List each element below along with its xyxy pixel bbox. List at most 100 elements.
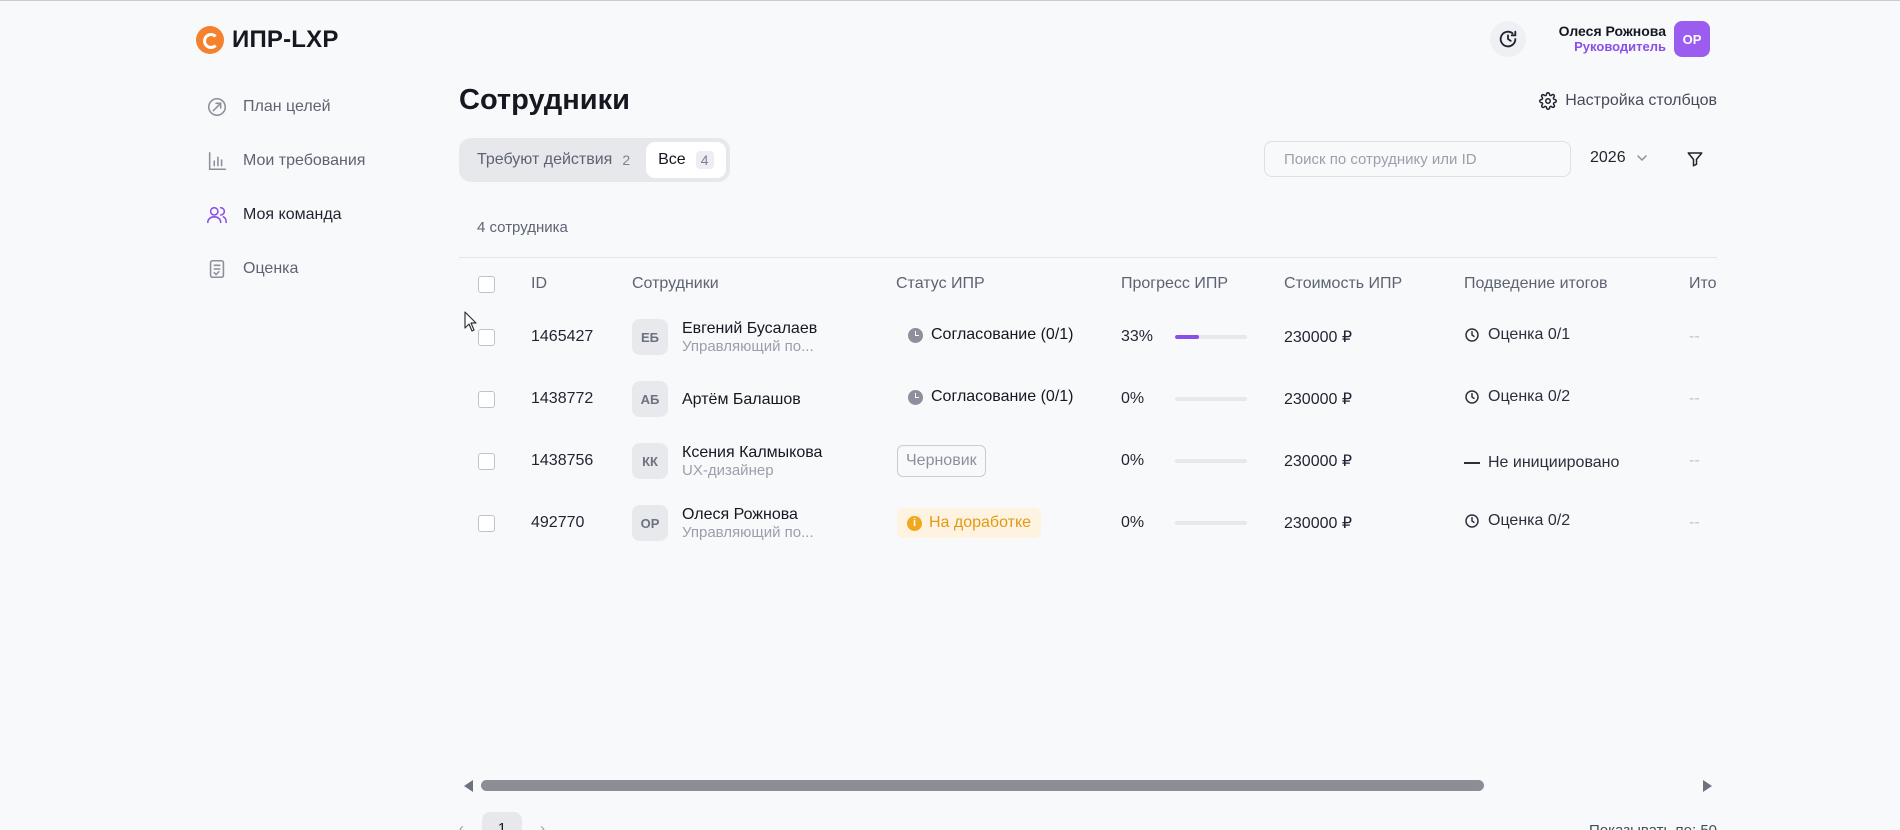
employee-id: 1465427	[531, 328, 594, 345]
tab-all[interactable]: Все 4	[646, 142, 726, 178]
tab-count-badge: 4	[695, 151, 714, 169]
history-button[interactable]	[1490, 21, 1526, 57]
user-avatar[interactable]: ОР	[1674, 21, 1710, 57]
employee-position: UX-дизайнер	[682, 462, 774, 479]
column-settings-label: Настройка столбцов	[1565, 92, 1717, 109]
horizontal-scrollbar[interactable]	[459, 776, 1717, 796]
total-value: --	[1689, 452, 1700, 469]
summary-status: Не инициировано	[1464, 454, 1619, 472]
prev-page-icon[interactable]: ‹	[459, 812, 464, 830]
status-badge-rework: i На доработке	[897, 508, 1042, 538]
status-label: На доработке	[929, 514, 1032, 531]
employee-cell[interactable]: ЕБ Евгений Бусалаев Управляющий по...	[632, 319, 896, 355]
clock-outline-icon	[1465, 328, 1479, 342]
progress-value: 0%	[1121, 390, 1145, 407]
employee-avatar: ЕБ	[632, 319, 668, 355]
progress-value: 33%	[1121, 328, 1154, 345]
status-label: Согласование (0/1)	[931, 388, 1074, 406]
page-title: Сотрудники	[459, 84, 630, 116]
window-top-border	[0, 0, 1900, 1]
header-total[interactable]: Ито	[1689, 262, 1717, 306]
progress-value: 0%	[1121, 514, 1145, 531]
progress-bar-fill	[1175, 335, 1199, 339]
search-input[interactable]	[1264, 141, 1571, 177]
header-ipr-status[interactable]: Статус ИПР	[896, 262, 1121, 306]
employees-table-scroll: ID Сотрудники Статус ИПР Прогресс ИПР Ст…	[459, 262, 1717, 562]
row-checkbox[interactable]	[478, 328, 495, 346]
employee-name: Ксения Калмыкова	[682, 444, 823, 461]
row-checkbox[interactable]	[478, 514, 495, 532]
status-label: Согласование (0/1)	[931, 326, 1074, 344]
total-value: --	[1689, 328, 1700, 345]
target-arrow-icon	[205, 95, 229, 119]
user-role: Руководитель	[1574, 39, 1666, 54]
ipr-cost: 230000 ₽	[1284, 391, 1353, 408]
select-all-checkbox[interactable]	[478, 275, 495, 293]
summary-status: Оценка 0/2	[1464, 512, 1570, 530]
table-row[interactable]: 1438756 КК Ксения Калмыкова UX-дизайнер …	[459, 430, 1717, 492]
summary-label: Оценка 0/2	[1488, 388, 1571, 405]
filter-button[interactable]	[1683, 147, 1707, 171]
year-value: 2026	[1590, 149, 1626, 166]
filter-funnel-icon	[1687, 152, 1703, 167]
header-ipr-progress[interactable]: Прогресс ИПР	[1121, 262, 1284, 306]
sidebar-item-evaluation[interactable]: Оценка	[205, 256, 445, 282]
row-checkbox[interactable]	[478, 390, 495, 408]
employee-avatar: ОР	[632, 505, 668, 541]
scroll-right-arrow-icon[interactable]	[1703, 780, 1712, 792]
header-employees[interactable]: Сотрудники	[632, 262, 896, 306]
summary-status: Оценка 0/2	[1464, 388, 1570, 406]
ipr-cost: 230000 ₽	[1284, 515, 1353, 532]
employee-cell[interactable]: ОР Олеся Рожнова Управляющий по...	[632, 505, 896, 541]
employee-id: 492770	[531, 514, 585, 531]
status-badge: Согласование (0/1)	[908, 388, 1073, 406]
clock-outline-icon	[1465, 514, 1479, 528]
progress-cell: 0%	[1121, 452, 1284, 470]
filter-tabs: Требуют действия 2 Все 4	[459, 138, 730, 182]
employee-cell[interactable]: КК Ксения Калмыкова UX-дизайнер	[632, 443, 896, 479]
next-page-icon[interactable]: ›	[540, 812, 545, 830]
tab-count-badge: 2	[622, 152, 631, 168]
user-name: Олеся Рожнова	[1558, 23, 1666, 39]
chevron-down-icon	[1636, 155, 1647, 162]
total-value: --	[1689, 514, 1700, 531]
summary-label: Оценка 0/2	[1488, 512, 1571, 529]
sidebar-nav: План целей Мои требования Моя команда Оц…	[205, 94, 445, 310]
page-size-select[interactable]: Показывать по: 50	[1589, 822, 1717, 830]
tab-requires-action[interactable]: Требуют действия 2	[463, 142, 644, 178]
chart-bars-icon	[205, 149, 229, 173]
sidebar-item-label: Оценка	[243, 260, 299, 277]
table-row[interactable]: 1438772 АБ Артём Балашов Согласование (0…	[459, 368, 1717, 430]
progress-cell: 0%	[1121, 390, 1284, 408]
year-select[interactable]: 2026	[1590, 149, 1648, 167]
employee-cell[interactable]: АБ Артём Балашов	[632, 381, 896, 417]
scroll-left-arrow-icon[interactable]	[464, 780, 473, 792]
header-ipr-cost[interactable]: Стоимость ИПР	[1284, 262, 1464, 306]
table-row[interactable]: 1465427 ЕБ Евгений Бусалаев Управляющий …	[459, 306, 1717, 368]
sidebar-item-my-team[interactable]: Моя команда	[205, 202, 445, 228]
employee-id: 1438756	[531, 452, 594, 469]
table-row[interactable]: 492770 ОР Олеся Рожнова Управляющий по..…	[459, 492, 1717, 554]
clock-outline-icon	[1465, 390, 1479, 404]
column-settings-button[interactable]: Настройка столбцов	[1539, 92, 1717, 110]
sidebar-item-my-requirements[interactable]: Мои требования	[205, 148, 445, 174]
progress-bar	[1175, 521, 1247, 525]
scrollbar-thumb[interactable]	[481, 780, 1484, 791]
row-checkbox[interactable]	[478, 452, 495, 470]
employees-table: ID Сотрудники Статус ИПР Прогресс ИПР Ст…	[459, 262, 1717, 554]
summary-label: Оценка 0/1	[1488, 326, 1571, 343]
header-summary[interactable]: Подведение итогов	[1464, 262, 1689, 306]
gear-icon	[1539, 92, 1558, 110]
sidebar-item-goals-plan[interactable]: План целей	[205, 94, 445, 120]
header-id[interactable]: ID	[531, 262, 632, 306]
clock-icon	[908, 327, 923, 343]
status-badge: Согласование (0/1)	[908, 326, 1073, 344]
progress-bar	[1175, 459, 1247, 463]
pagination: ‹ 1 ›	[459, 812, 545, 830]
sidebar-item-label: Мои требования	[243, 152, 366, 169]
app-logo[interactable]: ИПР-LXP	[196, 26, 339, 54]
user-menu[interactable]: Олеся Рожнова Руководитель ОР	[1559, 21, 1710, 57]
sidebar-item-label: Моя команда	[243, 206, 342, 223]
page-button-current[interactable]: 1	[482, 812, 522, 830]
ipr-cost: 230000 ₽	[1284, 453, 1353, 470]
